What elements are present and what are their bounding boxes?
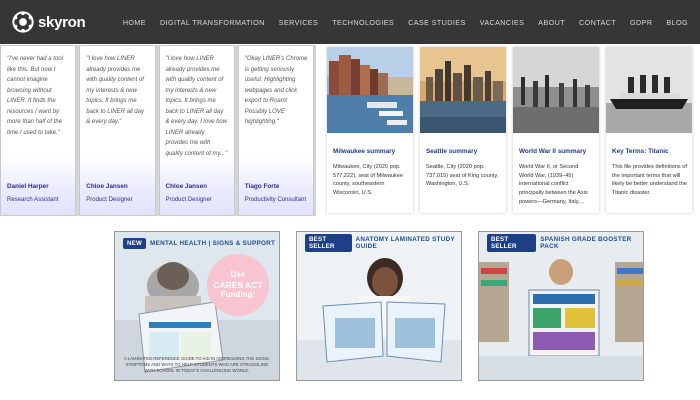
summary-body: Milwaukee, City (2020 pop. 577,222), sea… — [333, 164, 403, 196]
product-caption: A laminated reference guide to aid in ad… — [123, 355, 271, 373]
summary-title[interactable]: World War II summary — [519, 148, 586, 155]
ww2-photo — [513, 47, 599, 133]
summary-card-ww2[interactable]: World War II summary World War II, or Se… — [513, 47, 599, 213]
product-banner: BEST SELLER SPANISH GRADE BOOSTER PACK — [487, 234, 643, 252]
testimonial-card: "I love how LINER already provides me wi… — [158, 45, 235, 216]
product-title: ANATOMY LAMINATED STUDY GUIDE — [355, 236, 455, 250]
author-name: Daniel Harper — [7, 183, 49, 190]
nav-item-digital-transformation[interactable]: DIGITAL TRANSFORMATION — [160, 18, 265, 27]
stamp-line: Funding! — [220, 290, 256, 300]
stamp-line: CARES ACT — [213, 279, 263, 290]
cares-act-stamp: Use CARES ACT Funding! — [207, 254, 269, 316]
summary-body: Seattle, City (2020 pop. 737,015) seat o… — [426, 164, 499, 188]
best-seller-badge: BEST SELLER — [305, 234, 352, 252]
brand-name: skyron — [38, 13, 86, 31]
nav-item-services[interactable]: SERVICES — [279, 18, 318, 27]
summary-body: This file provides definitions of the im… — [612, 164, 687, 196]
nav-menu: HOME DIGITAL TRANSFORMATION SERVICES TEC… — [123, 0, 688, 44]
testimonial-card: "I love how LINER already provides me wi… — [79, 45, 156, 216]
logo-icon — [12, 11, 34, 33]
summary-title[interactable]: Milwaukee summary — [333, 148, 395, 155]
summary-body: World War II, or Second World War, (1939… — [519, 164, 588, 205]
author-role: Research Assistant — [7, 197, 59, 203]
new-badge: NEW — [123, 237, 147, 249]
product-title: SPANISH GRADE BOOSTER PACK — [540, 236, 632, 250]
best-seller-badge: BEST SELLER — [487, 234, 537, 252]
nav-item-about[interactable]: ABOUT — [538, 18, 565, 27]
summary-title[interactable]: Seattle summary — [426, 148, 477, 155]
author-role: Product Designer — [86, 197, 133, 203]
product-spanish-booster[interactable]: BEST SELLER SPANISH GRADE BOOSTER PACK — [478, 231, 644, 381]
testimonial-card: "I've never had a tool like this. But no… — [0, 45, 77, 216]
milwaukee-photo — [327, 47, 413, 133]
product-anatomy-guide[interactable]: BEST SELLER ANATOMY LAMINATED STUDY GUID… — [296, 231, 462, 381]
author-name: Chloe Jansen — [86, 183, 128, 190]
product-banner: BEST SELLER ANATOMY LAMINATED STUDY GUID… — [305, 234, 461, 252]
spanish-product-image — [479, 232, 643, 380]
testimonial-author: Chloe Jansen Product Designer — [159, 157, 234, 215]
summary-card-milwaukee[interactable]: Milwaukee summary Milwaukee, City (2020 … — [327, 47, 413, 213]
testimonial-card: "Okay LINER's Chrome is getting seriousl… — [237, 45, 314, 216]
stamp-line: Use — [230, 269, 246, 279]
product-banner: NEW MENTAL HEALTH | SIGNS & SUPPORT — [123, 236, 275, 250]
anatomy-product-image — [297, 232, 461, 380]
testimonial-quote: "I've never had a tool like this. But no… — [7, 56, 63, 136]
product-title: MENTAL HEALTH | SIGNS & SUPPORT — [150, 239, 276, 247]
nav-item-blog[interactable]: BLOG — [666, 18, 688, 27]
summary-card-seattle[interactable]: Seattle summary Seattle, City (2020 pop.… — [420, 47, 506, 213]
nav-item-technologies[interactable]: TECHNOLOGIES — [332, 18, 394, 27]
author-name: Chloe Jansen — [165, 183, 208, 190]
nav-item-home[interactable]: HOME — [123, 18, 146, 27]
testimonial-author: Tiago Forte Productivity Consultant — [238, 157, 313, 215]
nav-item-vacancies[interactable]: VACANCIES — [480, 18, 525, 27]
testimonial-quote: "Okay LINER's Chrome is getting seriousl… — [244, 56, 308, 125]
summary-card-titanic[interactable]: Key Terms: Titanic This file provides de… — [606, 47, 692, 213]
author-name: Tiago Forte — [244, 183, 280, 190]
brand-logo[interactable]: skyron — [12, 10, 86, 34]
product-mental-health[interactable]: NEW MENTAL HEALTH | SIGNS & SUPPORT Use … — [114, 231, 280, 381]
testimonial-quote: "I love how LINER already provides me wi… — [86, 56, 144, 125]
top-navbar: skyron HOME DIGITAL TRANSFORMATION SERVI… — [0, 0, 700, 44]
nav-item-gdpr[interactable]: GDPR — [630, 18, 652, 27]
author-role: Product Designer — [165, 197, 212, 203]
author-role: Productivity Consultant — [244, 197, 307, 203]
titanic-photo — [606, 47, 692, 133]
testimonial-quote: "I love how LINER already provides me wi… — [165, 56, 228, 157]
nav-item-case-studies[interactable]: CASE STUDIES — [408, 18, 466, 27]
testimonial-author: Daniel Harper Research Assistant — [1, 157, 76, 215]
testimonial-strip: "I've never had a tool like this. But no… — [0, 45, 316, 216]
nav-item-contact[interactable]: CONTACT — [579, 18, 616, 27]
summary-title[interactable]: Key Terms: Titanic — [612, 148, 669, 155]
testimonial-author: Chloe Jansen Product Designer — [80, 157, 155, 215]
seattle-photo — [420, 47, 506, 133]
